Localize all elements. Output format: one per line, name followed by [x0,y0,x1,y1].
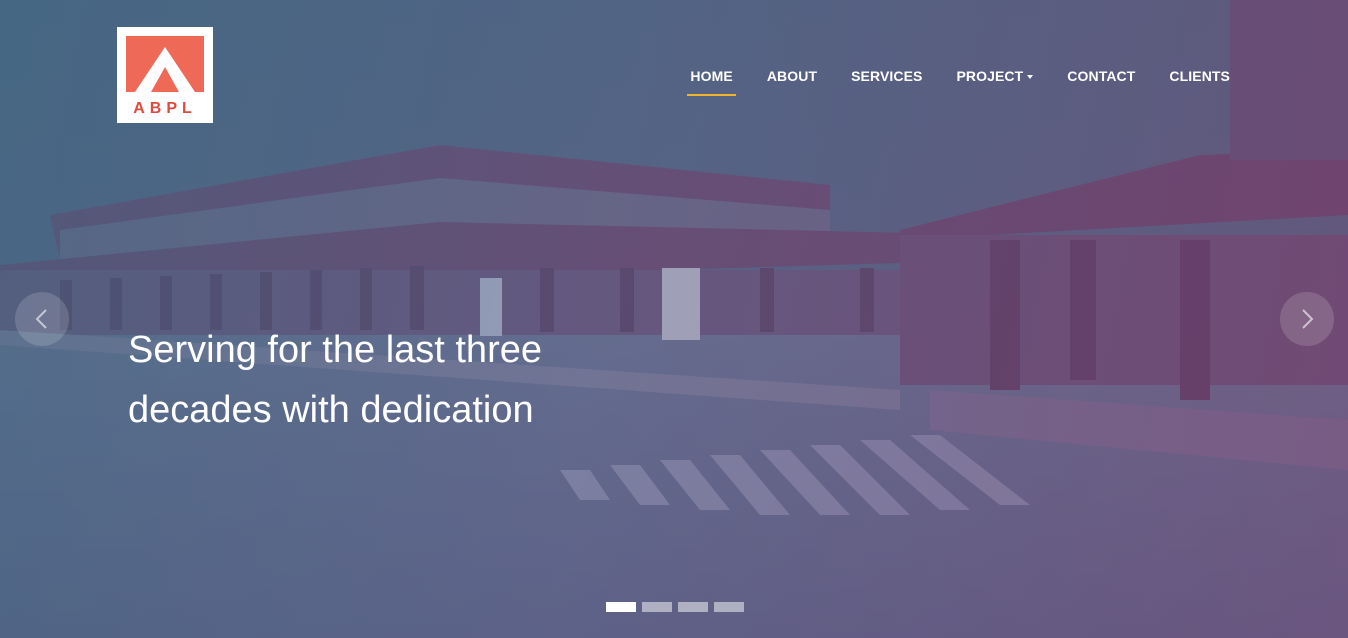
nav-project-dropdown[interactable]: PROJECT [956,66,1034,96]
nav-contact-label: CONTACT [1067,68,1136,84]
hero-headline: Serving for the last three decades with … [128,320,648,440]
carousel-indicator-4[interactable] [714,602,744,612]
carousel-indicator-2[interactable] [642,602,672,612]
carousel-next-button[interactable] [1280,292,1334,346]
company-logo[interactable]: ABPL [117,27,213,123]
main-navigation: HOME ABOUT SERVICES PROJECT CONTACT CLIE… [656,66,1230,96]
nav-services-label: SERVICES [851,68,923,84]
chevron-left-icon [35,309,47,329]
nav-about-label: ABOUT [766,68,818,84]
abpl-logo-icon: ABPL [126,36,204,117]
nav-clients-label: CLIENTS [1169,68,1230,84]
nav-home[interactable]: HOME [687,66,737,96]
nav-contact[interactable]: CONTACT [1067,66,1135,96]
carousel-prev-button[interactable] [15,292,69,346]
nav-services[interactable]: SERVICES [851,66,922,96]
hero-carousel: ABPL HOME ABOUT SERVICES PROJECT CONTACT… [0,0,1348,638]
carousel-indicator-1[interactable] [606,602,636,612]
carousel-indicator-3[interactable] [678,602,708,612]
svg-text:ABPL: ABPL [133,100,197,117]
hero-headline-line-2: decades with dedication [128,389,534,431]
caret-down-icon [1027,75,1034,80]
carousel-indicators [606,602,744,612]
nav-about[interactable]: ABOUT [767,66,817,96]
hero-headline-line-1: Serving for the last three [128,329,542,371]
chevron-right-icon [1302,309,1314,329]
nav-clients[interactable]: CLIENTS [1169,66,1230,96]
nav-project-label: PROJECT [956,68,1024,84]
nav-home-label: HOME [690,68,733,84]
